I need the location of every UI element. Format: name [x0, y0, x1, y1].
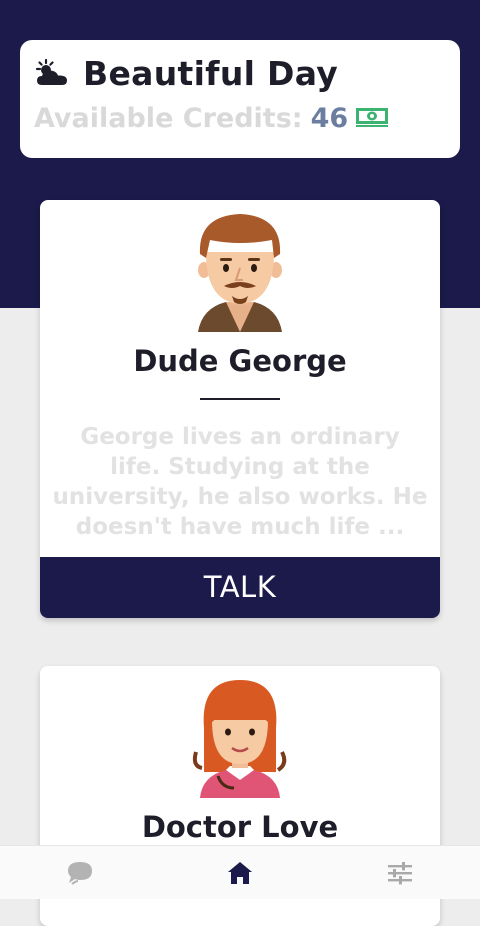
character-name: Dude George: [133, 344, 347, 378]
money-icon: [356, 108, 389, 127]
credits-value: 46: [310, 102, 349, 134]
doctor-love-avatar-icon: [192, 680, 287, 798]
character-description: George lives an ordinary life. Studying …: [52, 424, 428, 540]
settings-nav-button[interactable]: [380, 856, 420, 890]
home-icon: [228, 862, 252, 884]
credits-row: Available Credits: 46: [34, 98, 389, 138]
credits-label: Available Credits:: [34, 102, 303, 134]
character-name: Doctor Love: [141, 810, 339, 844]
chat-icon: [68, 862, 92, 885]
home-nav-button[interactable]: [220, 856, 260, 890]
status-card: Beautiful Day Available Credits: 46: [20, 40, 460, 158]
george-avatar-icon: [198, 214, 282, 332]
talk-button[interactable]: TALK: [40, 557, 440, 618]
bottom-navigation: [0, 845, 480, 899]
page-title: Beautiful Day: [83, 54, 339, 93]
character-card[interactable]: Dude George George lives an ordinary lif…: [40, 200, 440, 618]
partly-cloudy-icon: [35, 58, 67, 85]
divider: [200, 398, 280, 400]
settings-sliders-icon: [388, 862, 412, 885]
chat-nav-button[interactable]: [60, 856, 100, 890]
